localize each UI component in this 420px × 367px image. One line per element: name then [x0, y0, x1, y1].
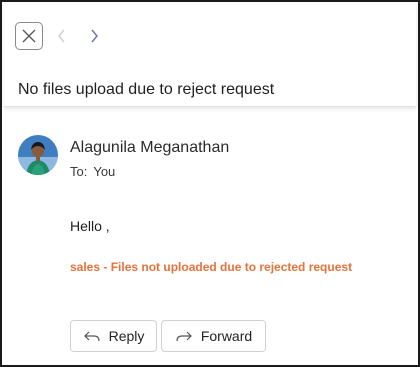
recipient-line: To: You	[70, 164, 115, 179]
chevron-left-icon	[58, 29, 65, 43]
email-subject: No files upload due to reject request	[18, 81, 275, 98]
to-label: To:	[70, 164, 88, 179]
sender-avatar[interactable]	[18, 135, 58, 175]
email-alert-text: sales - Files not uploaded due to reject…	[70, 260, 353, 274]
previous-message-button[interactable]	[50, 24, 74, 48]
forward-arrow-icon	[175, 329, 193, 343]
close-button[interactable]	[15, 22, 43, 50]
email-header: No files upload due to reject request	[4, 4, 416, 107]
forward-label: Forward	[200, 328, 253, 344]
close-icon	[22, 29, 36, 43]
recipient-name[interactable]: You	[93, 164, 115, 179]
sender-name[interactable]: Alagunila Meganathan	[70, 139, 229, 157]
reply-button[interactable]: Reply	[70, 320, 157, 352]
email-reading-pane: No files upload due to reject request Al…	[0, 0, 420, 367]
forward-button[interactable]: Forward	[161, 320, 266, 352]
next-message-button[interactable]	[82, 24, 106, 48]
reply-label: Reply	[108, 328, 145, 344]
email-greeting: Hello ,	[70, 218, 110, 234]
reply-arrow-icon	[83, 329, 101, 343]
chevron-right-icon	[91, 29, 98, 43]
